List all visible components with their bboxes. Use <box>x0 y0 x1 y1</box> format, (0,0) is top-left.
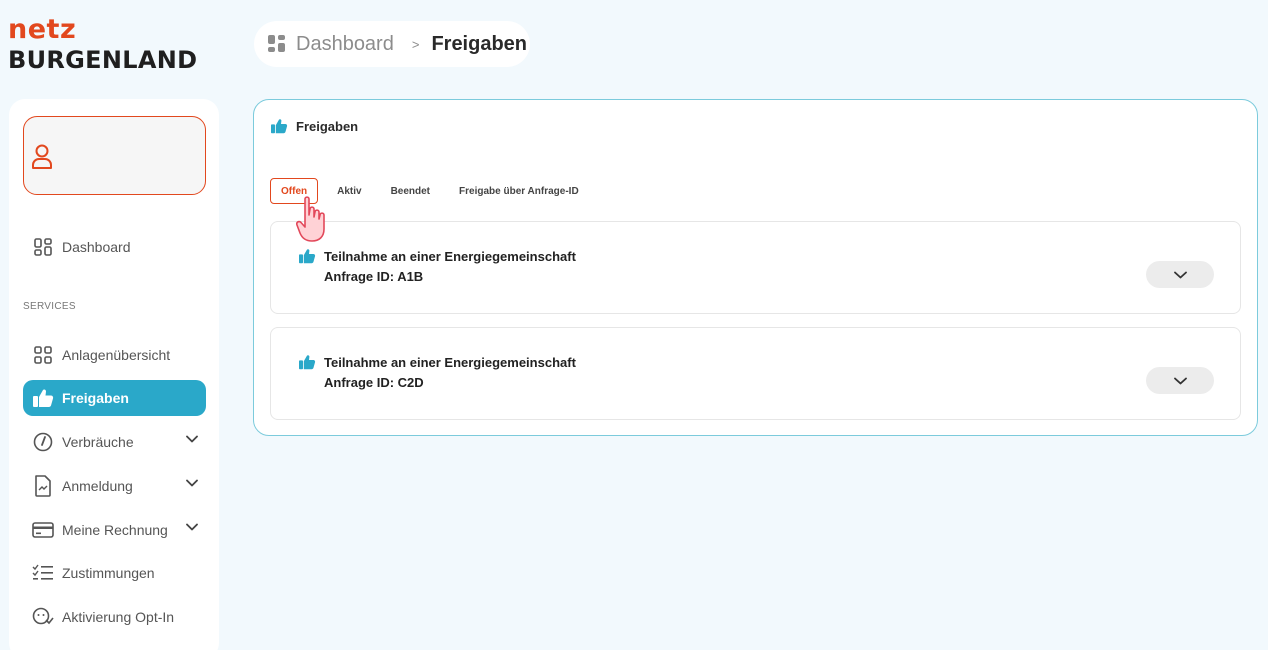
request-item: Teilnahme an einer Energiegemeinschaft A… <box>270 221 1241 314</box>
user-icon <box>32 144 52 169</box>
grid-icon <box>32 236 54 258</box>
sidebar-item-meine-rechnung[interactable]: Meine Rechnung <box>23 512 206 548</box>
sidebar-item-label: Freigaben <box>62 390 129 406</box>
request-id: Anfrage ID: C2D <box>324 375 424 390</box>
credit-card-icon <box>32 519 54 541</box>
breadcrumb: Dashboard > Freigaben <box>254 21 530 67</box>
gauge-icon <box>32 431 54 453</box>
sidebar-item-dashboard[interactable]: Dashboard <box>23 229 206 265</box>
sidebar-item-label: Meine Rechnung <box>62 522 168 538</box>
opt-in-icon <box>32 606 54 628</box>
chevron-down-icon <box>1173 377 1187 384</box>
request-title: Teilnahme an einer Energiegemeinschaft <box>324 249 576 264</box>
panel-title: Freigaben <box>270 118 358 134</box>
section-label-services: SERVICES <box>23 301 76 312</box>
grid-icon <box>32 344 54 366</box>
sidebar-item-label: Anmeldung <box>62 478 133 494</box>
document-icon <box>32 475 54 497</box>
sidebar-item-zustimmungen[interactable]: Zustimmungen <box>23 555 206 591</box>
chevron-down-icon <box>186 435 198 443</box>
sidebar-item-label: Dashboard <box>62 239 131 255</box>
sidebar-item-label: Anlagenübersicht <box>62 347 171 363</box>
request-title: Teilnahme an einer Energiegemeinschaft <box>324 355 576 370</box>
sidebar-item-anmeldung[interactable]: Anmeldung <box>23 468 206 504</box>
expand-button[interactable] <box>1146 261 1214 288</box>
sidebar-item-freigaben[interactable]: Freigaben <box>23 380 206 416</box>
user-profile-card[interactable] <box>23 116 206 195</box>
sidebar: Dashboard SERVICES Anlagenübersicht Frei… <box>9 99 219 650</box>
breadcrumb-dashboard-link[interactable]: Dashboard <box>296 33 394 56</box>
logo-line-burgenland: BURGENLAND <box>8 46 198 74</box>
logo-line-netz: netz <box>8 14 77 45</box>
request-item: Teilnahme an einer Energiegemeinschaft A… <box>270 327 1241 420</box>
sidebar-item-label: Aktivierung Opt-In <box>62 609 175 625</box>
panel-title-text: Freigaben <box>296 118 359 134</box>
chevron-down-icon <box>186 479 198 487</box>
thumbs-up-icon <box>271 119 288 134</box>
expand-button[interactable] <box>1146 367 1214 394</box>
tab-freigabe-ueber-anfrage-id[interactable]: Freigabe über Anfrage-ID <box>449 178 589 204</box>
sidebar-item-label: Zustimmungen <box>62 565 155 581</box>
freigaben-panel: Freigaben Offen Aktiv Beendet Freigabe ü… <box>253 99 1258 436</box>
hand-pointer-cursor-icon <box>296 196 325 242</box>
breadcrumb-current: Freigaben <box>431 32 528 55</box>
sidebar-item-label: Verbräuche <box>62 434 134 450</box>
thumbs-up-icon <box>299 355 316 370</box>
chevron-down-icon <box>1173 271 1187 278</box>
breadcrumb-separator: > <box>411 36 420 52</box>
request-id: Anfrage ID: A1B <box>324 269 424 284</box>
dashboard-icon <box>267 34 287 54</box>
tab-beendet[interactable]: Beendet <box>381 178 440 204</box>
checklist-icon <box>32 562 54 584</box>
brand-logo[interactable]: netz BURGENLAND <box>8 16 197 72</box>
sidebar-item-aktivierung-opt-in[interactable]: Aktivierung Opt-In <box>23 599 206 635</box>
thumbs-up-icon <box>32 387 54 409</box>
thumbs-up-icon <box>299 249 316 264</box>
sidebar-item-anlagenuebersicht[interactable]: Anlagenübersicht <box>23 337 206 373</box>
chevron-down-icon <box>186 523 198 531</box>
sidebar-item-verbraeuche[interactable]: Verbräuche <box>23 424 206 460</box>
